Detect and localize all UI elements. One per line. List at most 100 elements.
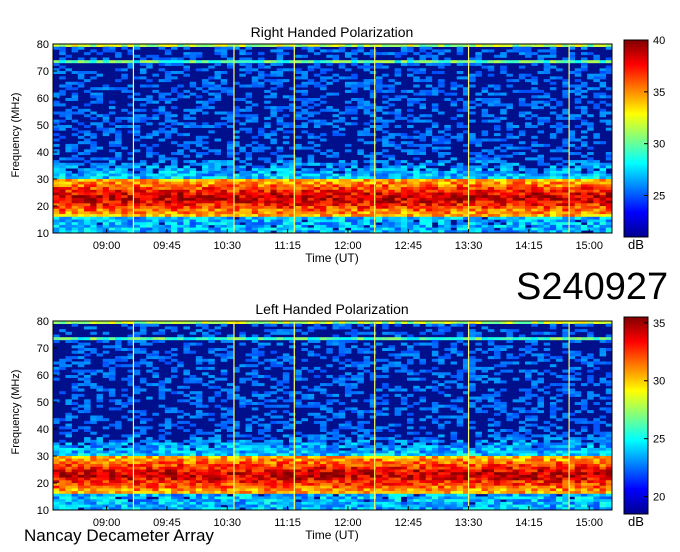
spectrogram-cell — [276, 84, 284, 88]
spectrogram-cell — [77, 46, 85, 50]
spectrogram-cell — [469, 141, 476, 145]
spectrogram-cell — [177, 200, 184, 204]
spectrogram-cell — [326, 224, 333, 228]
spectrogram-cell — [512, 206, 520, 209]
spectrogram-cell — [264, 329, 271, 333]
spectrogram-cell — [301, 125, 308, 128]
spectrogram-cell — [77, 211, 85, 215]
spectrogram-cell — [77, 57, 85, 61]
spectrogram-cell — [133, 227, 141, 231]
spectrogram-cell — [202, 326, 209, 330]
spectrogram-cell — [177, 195, 184, 199]
spectrogram-cell — [593, 383, 600, 387]
spectrogram-cell — [158, 358, 166, 362]
spectrogram-cell — [282, 189, 290, 193]
spectrogram-cell — [562, 181, 569, 185]
spectrogram-cell — [481, 224, 489, 228]
spectrogram-cell — [599, 189, 607, 193]
spectrogram-cell — [245, 108, 253, 112]
spectrogram-cell — [413, 402, 420, 405]
spectrogram-cell — [307, 81, 315, 85]
spectrogram-cell — [320, 138, 327, 142]
spectrogram-cell — [587, 179, 594, 182]
spectrogram-cell — [313, 206, 321, 209]
spectrogram-cell — [587, 176, 594, 180]
spectrogram-cell — [500, 116, 507, 120]
spectrogram-cell — [574, 181, 582, 185]
spectrogram-cell — [282, 165, 290, 169]
spectrogram-cell — [320, 162, 327, 166]
spectrogram-cell — [500, 71, 507, 74]
spectrogram-cell — [512, 89, 520, 93]
spectrogram-cell — [139, 114, 147, 118]
spectrogram-cell — [326, 184, 333, 188]
spectrogram-cell — [574, 192, 582, 196]
spectrogram-cell — [413, 179, 420, 182]
spectrogram-cell — [444, 60, 451, 64]
spectrogram-cell — [413, 353, 420, 357]
spectrogram-cell — [338, 192, 346, 196]
spectrogram-cell — [171, 358, 178, 362]
spectrogram-cell — [518, 203, 526, 207]
spectrogram-cell — [245, 184, 253, 188]
spectrogram-cell — [438, 111, 445, 115]
spectrogram-cell — [574, 146, 582, 150]
spectrogram-cell — [84, 133, 91, 137]
spectrogram-cell — [257, 189, 265, 193]
spectrogram-cell — [407, 141, 414, 145]
spectrogram-cell — [313, 111, 321, 115]
spectrogram-cell — [357, 106, 364, 110]
spectrogram-cell — [245, 92, 253, 96]
spectrogram-cell — [400, 60, 408, 64]
colorbar-tick-label: 40 — [653, 35, 665, 47]
spectrogram-cell — [202, 170, 209, 174]
y-axis-label: Frequency (MHz) — [10, 93, 22, 178]
spectrogram-cell — [189, 192, 197, 196]
spectrogram-cell — [226, 162, 234, 166]
spectrogram-cell — [518, 197, 526, 201]
spectrogram-cell — [487, 160, 495, 164]
spectrogram-cell — [487, 224, 495, 228]
spectrogram-cell — [531, 181, 538, 185]
spectrogram-cell — [245, 143, 253, 147]
spectrogram-cell — [338, 361, 346, 365]
spectrogram-cell — [500, 203, 507, 207]
spectrogram-cell — [65, 114, 72, 118]
spectrogram-cell — [183, 348, 190, 351]
spectrogram-cell — [257, 146, 265, 150]
spectrogram-cell — [195, 203, 203, 207]
spectrogram-cell — [475, 71, 482, 74]
spectrogram-cell — [171, 197, 178, 201]
spectrogram-cell — [307, 208, 315, 212]
spectrogram-cell — [220, 173, 228, 177]
spectrogram-cell — [71, 350, 79, 354]
spectrogram-cell — [77, 76, 85, 80]
spectrogram-cell — [158, 170, 166, 174]
spectrogram-cell — [77, 122, 85, 126]
spectrogram-cell — [394, 388, 402, 392]
spectrogram-cell — [413, 356, 420, 360]
spectrogram-cell — [338, 337, 346, 341]
spectrogram-cell — [202, 216, 209, 220]
spectrogram-cell — [202, 187, 209, 191]
spectrogram-cell — [487, 356, 495, 360]
spectrogram-cell — [220, 181, 228, 185]
spectrogram-cell — [525, 195, 532, 199]
spectrogram-cell — [189, 187, 197, 191]
spectrogram-cell — [425, 224, 433, 228]
spectrogram-cell — [357, 372, 364, 376]
spectrogram-cell — [226, 168, 234, 172]
spectrogram-cell — [475, 358, 482, 362]
spectrogram-cell — [338, 383, 346, 387]
spectrogram-cell — [189, 162, 197, 166]
spectrogram-cell — [525, 79, 532, 83]
spectrogram-cell — [115, 130, 122, 134]
spectrogram-cell — [556, 103, 563, 107]
spectrogram-cell — [146, 224, 153, 228]
spectrogram-cell — [587, 377, 594, 381]
spectrogram-cell — [202, 358, 209, 362]
spectrogram-cell — [102, 116, 110, 120]
spectrogram-cell — [139, 214, 147, 218]
spectrogram-cell — [344, 385, 352, 389]
spectrogram-cell — [400, 353, 408, 357]
